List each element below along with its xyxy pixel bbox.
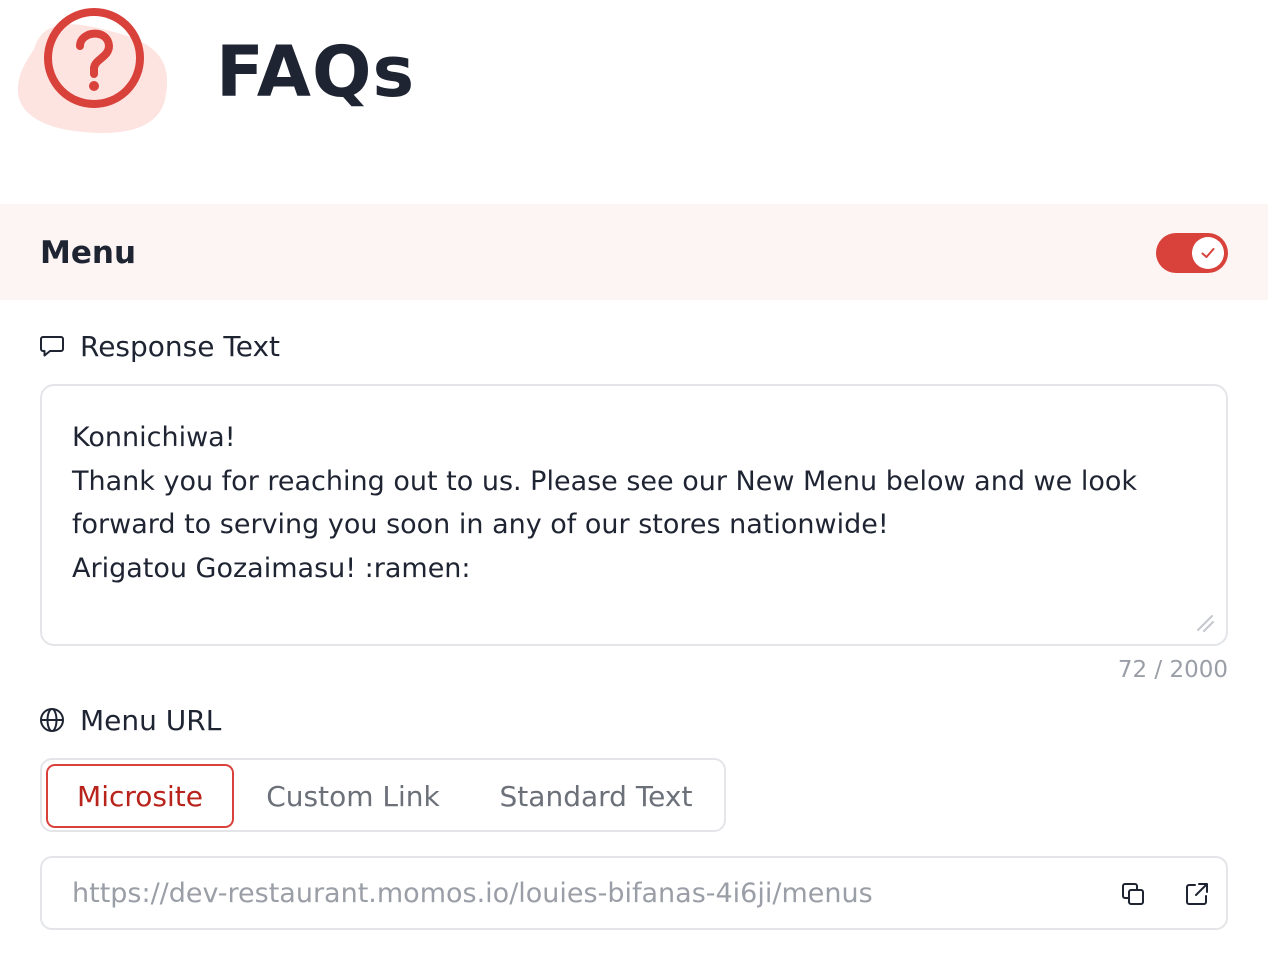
page-header: FAQs <box>0 0 1268 150</box>
checkmark-icon <box>1192 237 1224 269</box>
menu-url-label: Menu URL <box>38 702 221 738</box>
menu-url-field <box>40 856 1228 930</box>
menu-section-header: Menu <box>0 204 1268 300</box>
section-title: Menu <box>40 235 137 271</box>
faqs-page: FAQs Menu Response Text Konnichiwa! Than… <box>0 0 1268 978</box>
segment-microsite[interactable]: Microsite <box>46 764 234 828</box>
globe-icon <box>38 706 66 734</box>
textarea-line: Konnichiwa! <box>72 422 236 453</box>
speech-bubble-icon <box>38 332 66 360</box>
question-circle-icon <box>14 4 174 139</box>
copy-icon[interactable] <box>1118 879 1148 909</box>
menu-enabled-toggle[interactable] <box>1156 233 1228 273</box>
character-count: 72 / 2000 <box>1117 657 1228 683</box>
textarea-line: Arigatou Gozaimasu! :ramen: <box>72 552 471 584</box>
response-text-textarea[interactable]: Konnichiwa! Thank you for reaching out t… <box>40 384 1228 646</box>
textarea-line: Thank you for reaching out to us. Please… <box>72 465 1138 497</box>
url-type-segmented-control: Microsite Custom Link Standard Text <box>40 758 726 832</box>
segment-standard-text[interactable]: Standard Text <box>474 764 718 828</box>
external-link-icon[interactable] <box>1182 879 1212 909</box>
field-label-text: Response Text <box>80 329 281 363</box>
menu-url-input[interactable] <box>72 858 1112 928</box>
page-title: FAQs <box>216 31 416 113</box>
resize-handle-icon[interactable] <box>1194 612 1216 634</box>
field-label-text: Menu URL <box>80 703 222 737</box>
textarea-line: forward to serving you soon in any of ou… <box>72 509 889 540</box>
segment-custom-link[interactable]: Custom Link <box>242 764 464 828</box>
response-text-label: Response Text <box>38 328 280 364</box>
